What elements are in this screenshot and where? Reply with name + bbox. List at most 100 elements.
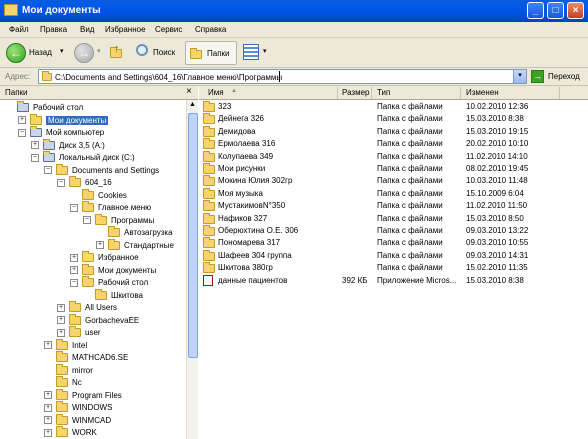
- tree-item[interactable]: + Стандартные: [96, 238, 174, 252]
- tree-item[interactable]: + GorbachevaEE: [57, 313, 139, 327]
- expand-icon[interactable]: +: [57, 328, 65, 337]
- list-item[interactable]: Пономарева 317 Папка с файлами 09.03.2010 …: [199, 237, 588, 249]
- views-button[interactable]: ▾: [243, 43, 271, 63]
- forward-button[interactable]: → ▾: [74, 42, 102, 64]
- expand-icon[interactable]: +: [70, 266, 78, 275]
- tree-item[interactable]: Автозагрузка: [96, 226, 173, 239]
- expand-icon[interactable]: +: [44, 428, 52, 437]
- close-icon[interactable]: ×: [186, 86, 192, 97]
- tree-item[interactable]: + Мои документы: [70, 263, 156, 277]
- expand-icon[interactable]: +: [44, 416, 52, 425]
- folders-button[interactable]: Папки: [185, 41, 237, 65]
- list-item[interactable]: МустакимовN°350 Папка с файлами 11.02.2010…: [199, 200, 588, 212]
- tree-item[interactable]: + Диск 3,5 (A:): [31, 138, 105, 152]
- expand-icon[interactable]: +: [44, 341, 52, 350]
- list-item[interactable]: Мокина Юлия 302гр Папка с файлами 10.03.20…: [199, 175, 588, 187]
- collapse-icon[interactable]: −: [70, 278, 78, 287]
- tree-item[interactable]: MATHCAD6.SE: [44, 351, 128, 364]
- tree-item[interactable]: + user: [57, 326, 101, 339]
- list-item[interactable]: Дейнега 326 Папка с файлами 15.03.2010 8:3…: [199, 113, 588, 125]
- back-button[interactable]: ← Назад ▾: [6, 42, 68, 64]
- menu-view[interactable]: Вид: [80, 25, 94, 34]
- expand-icon[interactable]: +: [57, 303, 65, 312]
- tree-item[interactable]: − Локальный диск (C:): [31, 151, 135, 164]
- expand-icon[interactable]: +: [44, 403, 52, 412]
- list-item[interactable]: Моя музыка Папка с файлами 15.10.2009 6:04: [199, 187, 588, 200]
- column-name[interactable]: Имя: [208, 88, 224, 97]
- minimize-button[interactable]: _: [527, 2, 544, 19]
- expand-icon[interactable]: +: [18, 116, 26, 125]
- tree-item-label: Мои документы: [46, 115, 109, 125]
- list-item[interactable]: Ермолаева 316 Папка с файлами 20.02.2010 1…: [199, 138, 588, 150]
- list-item[interactable]: Шкитова 380гр Папка с файлами 15.02.2010 1…: [199, 262, 588, 274]
- list-item[interactable]: 323 Папка с файлами 10.02.2010 12:36: [199, 101, 588, 113]
- expand-icon[interactable]: +: [44, 391, 52, 400]
- cell-date: 15.03.2010 8:50: [466, 213, 524, 223]
- list-item[interactable]: Демидова Папка с файлами 15.03.2010 19:15: [199, 125, 588, 138]
- tree-item[interactable]: + All Users: [57, 301, 117, 314]
- scroll-up-icon[interactable]: ▲: [189, 101, 196, 108]
- menu-favorites[interactable]: Избранное: [105, 25, 146, 34]
- title-bar[interactable]: Мои документы _ □ ×: [0, 0, 588, 22]
- scrollbar-thumb[interactable]: [188, 113, 198, 358]
- menu-tools[interactable]: Сервис: [155, 25, 182, 34]
- tree-item[interactable]: − Documents and Settings: [44, 163, 159, 177]
- tree-item-label: Автозагрузка: [124, 228, 173, 237]
- tree-item[interactable]: − Программы: [83, 213, 154, 227]
- collapse-icon[interactable]: −: [44, 166, 52, 175]
- address-input[interactable]: C:\Documents and Settings\604_16\Главное…: [38, 69, 527, 84]
- tree-item[interactable]: − Мой компьютер: [18, 126, 104, 139]
- list-item[interactable]: Нафиков 327 Папка с файлами 15.03.2010 8:5…: [199, 212, 588, 225]
- collapse-icon[interactable]: −: [57, 178, 65, 187]
- collapse-icon[interactable]: −: [83, 216, 91, 225]
- tree-item[interactable]: Рабочий стол: [5, 101, 83, 114]
- menu-edit[interactable]: Правка: [40, 25, 67, 34]
- tree-item[interactable]: − Рабочий стол: [70, 276, 148, 289]
- tree-item[interactable]: + Избранное: [70, 251, 139, 264]
- chevron-down-icon[interactable]: ▾: [513, 70, 526, 83]
- tree-item[interactable]: + Program Files: [44, 388, 122, 402]
- tree-item[interactable]: + WINDOWS: [44, 401, 112, 414]
- tree-item[interactable]: + Мои документы: [18, 113, 109, 127]
- expand-icon[interactable]: +: [70, 253, 78, 262]
- tree-item[interactable]: + WINMCAD: [44, 413, 111, 427]
- cell-type: Папка с файлами: [377, 176, 443, 186]
- search-label: Поиск: [153, 48, 176, 57]
- expand-icon[interactable]: +: [57, 316, 65, 325]
- collapse-icon[interactable]: −: [70, 203, 78, 212]
- tree-item[interactable]: mirror: [44, 363, 93, 377]
- collapse-icon[interactable]: −: [18, 128, 26, 137]
- expand-icon[interactable]: +: [96, 241, 104, 250]
- tree-item[interactable]: Cookies: [70, 188, 127, 202]
- tree-item[interactable]: Nc: [44, 376, 82, 389]
- chevron-down-icon[interactable]: ▾: [263, 47, 267, 55]
- list-item[interactable]: Оберюхтина О.Е. 306 Папка с файлами 09.03.…: [199, 225, 588, 237]
- menu-file[interactable]: Файл: [9, 25, 29, 34]
- expand-icon[interactable]: +: [31, 141, 39, 150]
- cell-type: Папка с файлами: [377, 188, 443, 198]
- close-button[interactable]: ×: [567, 2, 584, 19]
- cell-type: Папка с файлами: [377, 102, 443, 111]
- chevron-down-icon[interactable]: ▾: [60, 47, 64, 55]
- menu-help[interactable]: Справка: [195, 25, 226, 34]
- collapse-icon[interactable]: −: [31, 153, 39, 162]
- search-button[interactable]: Поиск: [134, 42, 180, 64]
- column-modified[interactable]: Изменен: [466, 88, 499, 97]
- maximize-button[interactable]: □: [547, 2, 564, 19]
- go-button[interactable]: → Переход: [531, 69, 587, 84]
- folders-scrollbar[interactable]: ▲: [186, 100, 198, 439]
- list-item[interactable]: Шафеев 304 группа Папка с файлами 09.03.20…: [199, 249, 588, 262]
- tree-item[interactable]: Шкитова: [83, 288, 143, 302]
- list-item[interactable]: Мои рисунки Папка с файлами 08.02.2010 19:…: [199, 163, 588, 175]
- cell-date: 09.03.2010 10:55: [466, 238, 529, 248]
- tree-item[interactable]: − 604_16: [57, 176, 112, 189]
- tree-item[interactable]: + WORK: [44, 426, 97, 439]
- list-item[interactable]: Колупаева 349 Папка с файлами 11.02.2010 1…: [199, 150, 588, 163]
- tree-item[interactable]: + Intel: [44, 338, 87, 352]
- column-type[interactable]: Тип: [377, 88, 390, 97]
- up-folder-button[interactable]: ↑: [108, 43, 126, 62]
- column-size[interactable]: Размер: [342, 88, 370, 97]
- list-item[interactable]: данные пациентов 392 КБ Приложение Micros.…: [199, 274, 588, 287]
- tree-item[interactable]: − Главное меню: [70, 201, 151, 214]
- chevron-down-icon[interactable]: ▾: [97, 47, 101, 55]
